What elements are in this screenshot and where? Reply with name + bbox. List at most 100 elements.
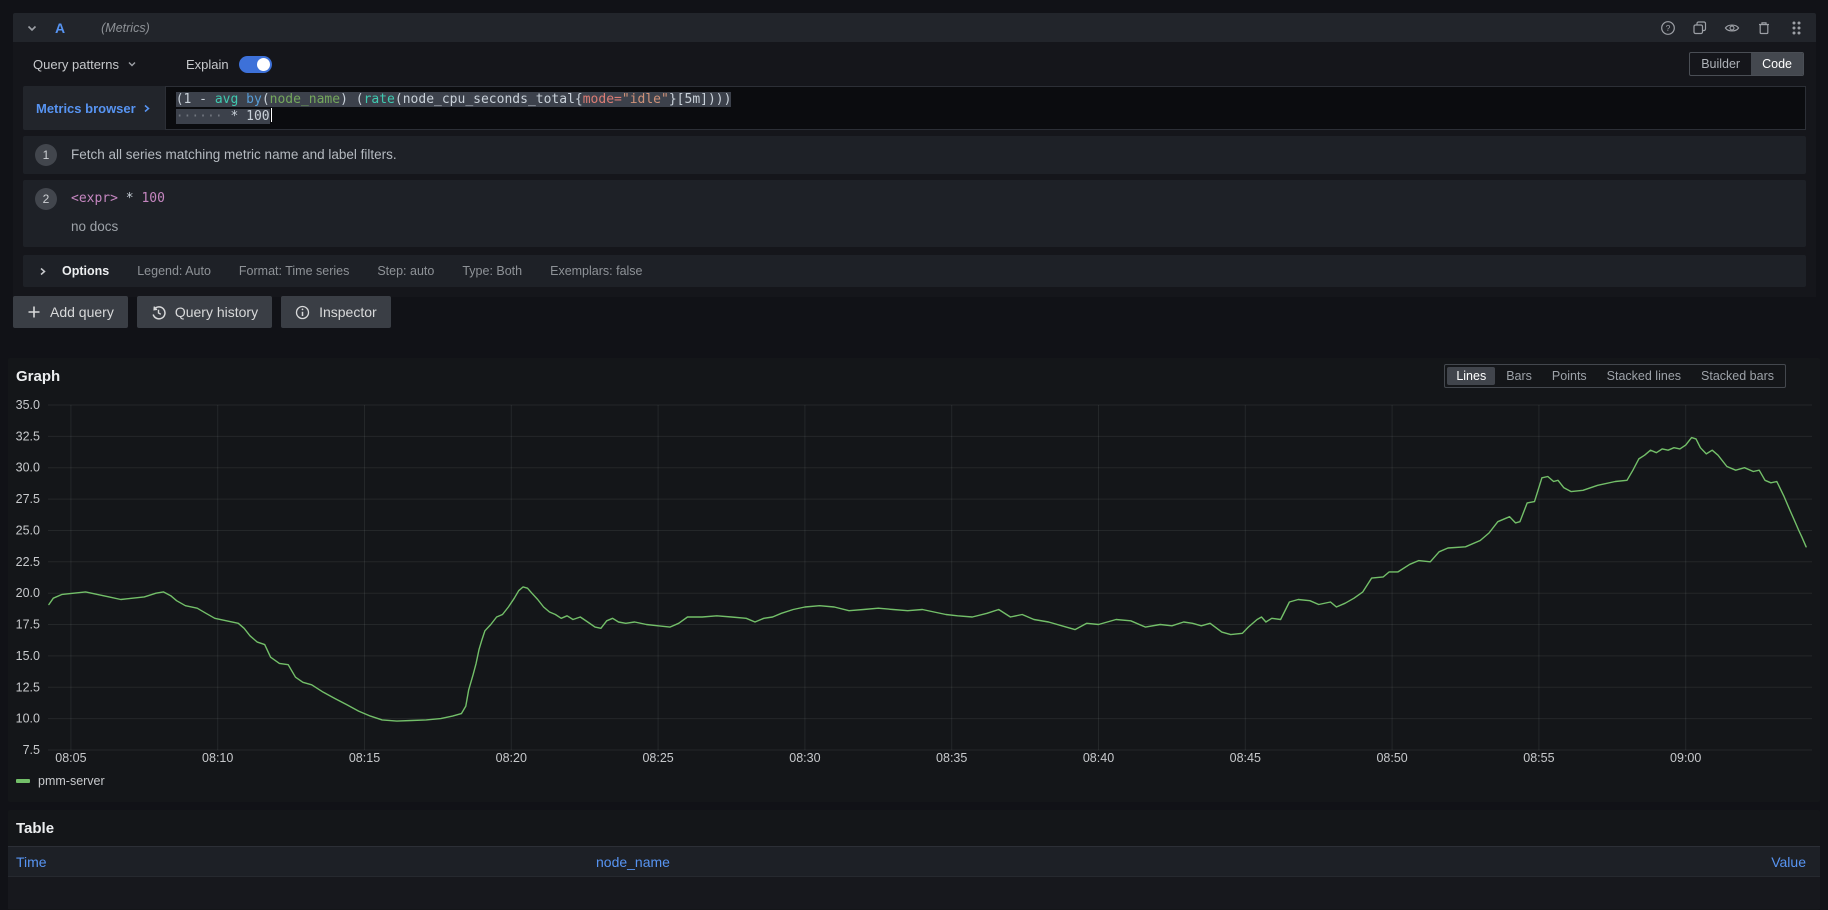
options-title: Options [62, 264, 109, 278]
svg-text:08:25: 08:25 [642, 751, 673, 765]
svg-text:17.5: 17.5 [16, 618, 40, 632]
query-editor-row: Metrics browser (1 - avg by(node_name) (… [23, 86, 1806, 130]
query-editor-section: A (Metrics) ? Query patterns [13, 13, 1816, 297]
svg-text:27.5: 27.5 [16, 492, 40, 506]
table-header-row: Timenode_nameValue [8, 846, 1820, 877]
code-token: node_name [270, 92, 340, 107]
svg-text:30.0: 30.0 [16, 461, 40, 475]
svg-text:10.0: 10.0 [16, 712, 40, 726]
explain-label: Explain [186, 57, 229, 72]
graph-mode-stacked-bars[interactable]: Stacked bars [1692, 367, 1783, 385]
metrics-browser-label: Metrics browser [36, 101, 136, 116]
metrics-browser-button[interactable]: Metrics browser [23, 86, 165, 130]
svg-text:15.0: 15.0 [16, 649, 40, 663]
graph-style-tabs: LinesBarsPointsStacked linesStacked bars [1444, 364, 1786, 388]
code-token: }[5m]))) [669, 92, 732, 107]
history-icon [151, 305, 166, 320]
promql-code-editor[interactable]: (1 - avg by(node_name) (rate(node_cpu_se… [165, 86, 1806, 130]
graph-svg[interactable]: 35.032.530.027.525.022.520.017.515.012.5… [8, 398, 1820, 773]
step-2-body: <expr> * 100 no docs [71, 187, 165, 240]
svg-text:08:35: 08:35 [936, 751, 967, 765]
query-ref-id[interactable]: A [55, 20, 65, 36]
svg-text:08:05: 08:05 [55, 751, 86, 765]
query-option-summary: Type: Both [462, 264, 522, 278]
add-query-button[interactable]: Add query [13, 296, 128, 328]
svg-text:32.5: 32.5 [16, 429, 40, 443]
drag-grip-icon[interactable] [1788, 20, 1804, 36]
svg-text:35.0: 35.0 [16, 398, 40, 412]
whitespace-dots: ······ [176, 109, 223, 124]
query-option-summary: Format: Time series [239, 264, 349, 278]
code-mode-option[interactable]: Code [1751, 53, 1803, 75]
text-caret [271, 108, 273, 122]
duplicate-icon[interactable] [1692, 20, 1708, 36]
chevron-down-icon [126, 58, 138, 70]
svg-text:?: ? [1666, 23, 1671, 33]
query-options-row[interactable]: Options Legend: Auto Format: Time series S… [23, 255, 1806, 287]
table-row[interactable] [8, 877, 1820, 909]
collapse-chevron-icon[interactable] [25, 21, 39, 35]
table-column-time[interactable]: Time [8, 854, 596, 870]
graph-mode-bars[interactable]: Bars [1497, 367, 1541, 385]
code-token: 100 [141, 191, 164, 206]
help-icon[interactable]: ? [1660, 20, 1676, 36]
table-column-node_name[interactable]: node_name [596, 854, 1520, 870]
options-chevron-right-icon [37, 266, 48, 277]
svg-text:08:45: 08:45 [1230, 751, 1261, 765]
code-token: ) ( [340, 92, 363, 107]
query-toolbar: Query patterns Explain Builder Code [23, 48, 1806, 80]
explain-step-2: 2 <expr> * 100 no docs [23, 180, 1806, 247]
code-token: * [118, 191, 141, 206]
query-datasource-type: (Metrics) [101, 21, 150, 35]
query-row-header[interactable]: A (Metrics) ? [13, 13, 1816, 42]
svg-text:08:30: 08:30 [789, 751, 820, 765]
legend-item-pmm-server[interactable]: pmm-server [16, 774, 105, 788]
inspector-button[interactable]: Inspector [281, 296, 391, 328]
query-patterns-label: Query patterns [33, 57, 119, 72]
step-number-badge: 1 [35, 144, 57, 166]
table-column-value[interactable]: Value [1520, 854, 1820, 870]
graph-mode-lines[interactable]: Lines [1447, 367, 1495, 385]
delete-query-trash-icon[interactable] [1756, 20, 1772, 36]
code-token: (1 - [176, 92, 215, 107]
editor-mode-switch: Builder Code [1689, 52, 1804, 76]
query-history-label: Query history [175, 304, 258, 320]
explore-actions: Add query Query history Inspector [13, 296, 391, 328]
code-token: by [246, 92, 262, 107]
svg-text:08:15: 08:15 [349, 751, 380, 765]
builder-mode-option[interactable]: Builder [1690, 53, 1751, 75]
plus-icon [27, 305, 41, 319]
query-option-summary: Step: auto [377, 264, 434, 278]
graph-mode-stacked-lines[interactable]: Stacked lines [1598, 367, 1690, 385]
query-option-summary: Legend: Auto [137, 264, 211, 278]
table-panel-title: Table [8, 810, 1820, 837]
code-line-1: (1 - avg by(node_name) (rate(node_cpu_se… [176, 91, 1795, 108]
svg-text:20.0: 20.0 [16, 586, 40, 600]
explain-control: Explain [186, 56, 272, 73]
query-patterns-dropdown[interactable]: Query patterns [33, 57, 138, 72]
query-history-button[interactable]: Query history [137, 296, 272, 328]
code-token: rate [364, 92, 395, 107]
code-token: avg [215, 92, 246, 107]
table-panel: Table Timenode_nameValue [8, 810, 1820, 910]
svg-text:22.5: 22.5 [16, 555, 40, 569]
explain-toggle[interactable] [239, 56, 272, 73]
query-header-icons: ? [1660, 20, 1804, 36]
code-token: "idle" [622, 92, 669, 107]
hide-response-eye-icon[interactable] [1724, 20, 1740, 36]
legend-color-swatch [16, 779, 30, 783]
svg-text:25.0: 25.0 [16, 524, 40, 538]
query-row-body: Query patterns Explain Builder Code Metr… [13, 42, 1816, 297]
code-token: ( [262, 92, 270, 107]
inspector-label: Inspector [319, 304, 377, 320]
svg-text:08:50: 08:50 [1376, 751, 1407, 765]
svg-text:09:00: 09:00 [1670, 751, 1701, 765]
step-expression-code: <expr> * 100 [71, 187, 165, 211]
query-option-summary: Exemplars: false [550, 264, 642, 278]
explain-step-1: 1 Fetch all series matching metric name … [23, 136, 1806, 174]
code-token: (node_cpu_seconds_total{ [395, 92, 583, 107]
timeseries-chart[interactable]: 35.032.530.027.525.022.520.017.515.012.5… [8, 398, 1820, 773]
svg-text:08:40: 08:40 [1083, 751, 1114, 765]
svg-text:08:55: 08:55 [1523, 751, 1554, 765]
graph-mode-points[interactable]: Points [1543, 367, 1596, 385]
